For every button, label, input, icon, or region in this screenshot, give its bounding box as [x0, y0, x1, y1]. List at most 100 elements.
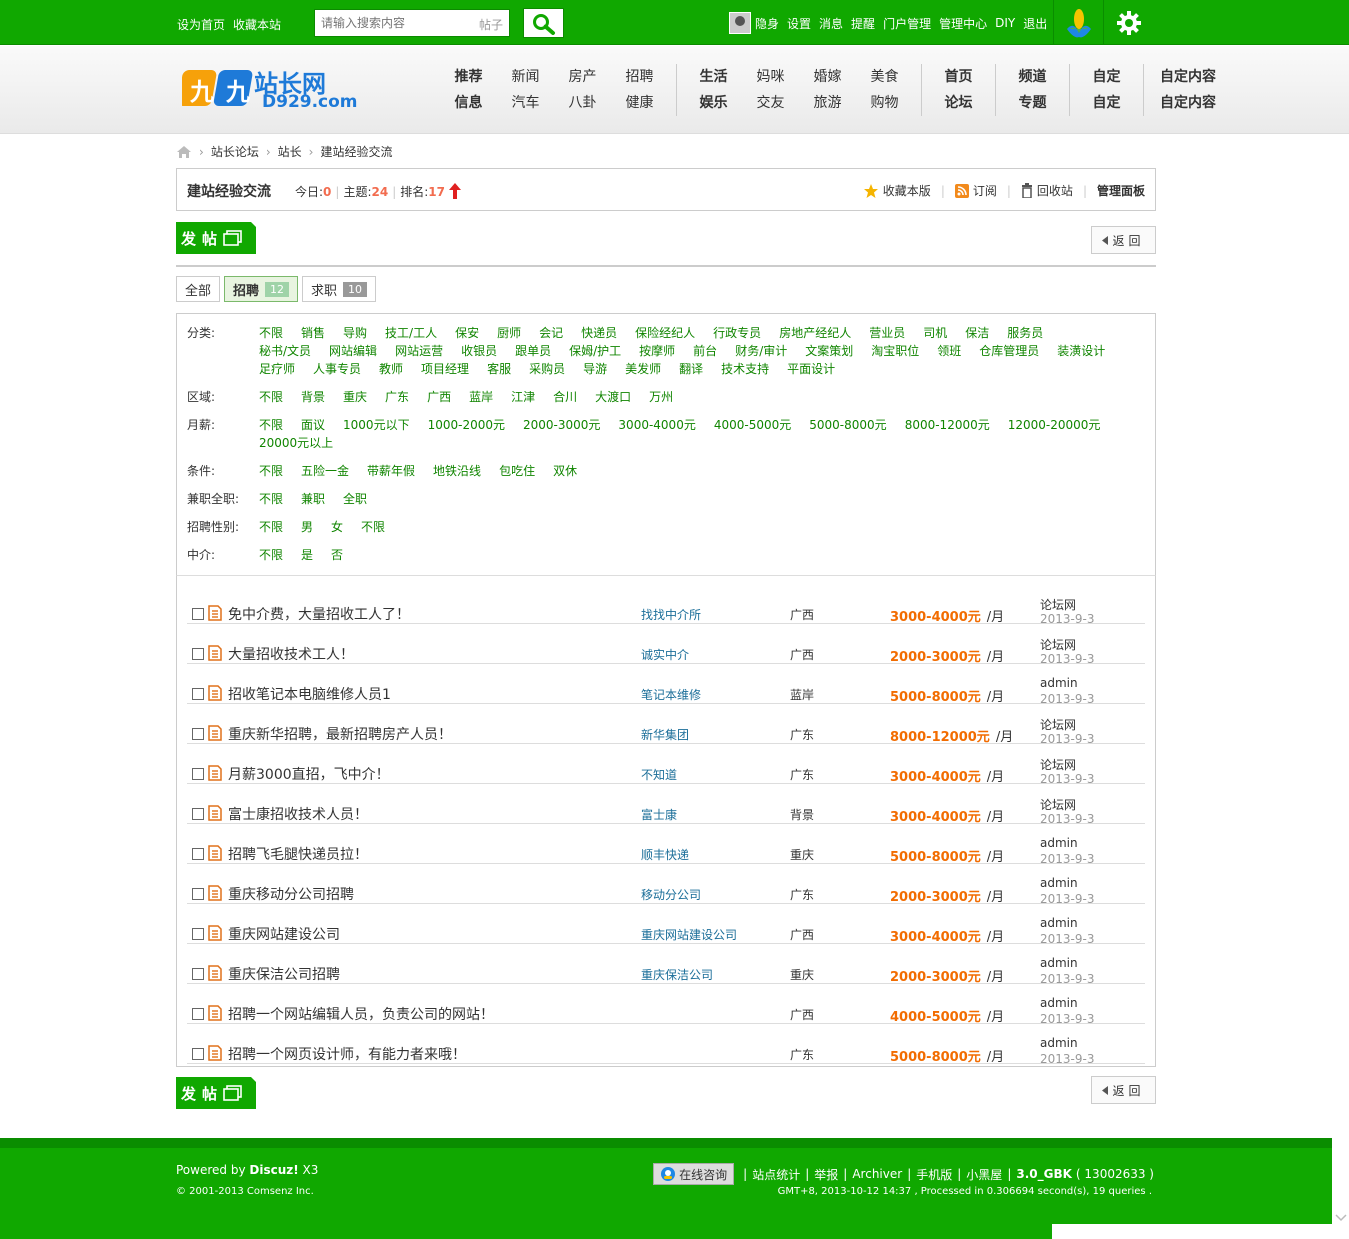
thread-checkbox[interactable] — [192, 808, 204, 820]
filter-option[interactable]: 五险一金 — [301, 462, 349, 480]
footer-link-blacklist[interactable]: 小黑屋 — [966, 1166, 1002, 1183]
thread-company[interactable]: 新华集团 — [641, 726, 689, 743]
filter-option[interactable]: 保洁 — [965, 324, 989, 342]
filter-option[interactable]: 技工/工人 — [385, 324, 437, 342]
nav-item[interactable]: 信息 — [440, 90, 497, 116]
thread-checkbox[interactable] — [192, 728, 204, 740]
thread-company[interactable]: 不知道 — [641, 766, 677, 783]
nav-item[interactable]: 自定内容 — [1152, 90, 1224, 116]
search-scope-select[interactable]: 帖子 — [479, 16, 503, 33]
thread-checkbox[interactable] — [192, 608, 204, 620]
filter-option[interactable]: 收银员 — [461, 342, 497, 360]
filter-option[interactable]: 厨师 — [497, 324, 521, 342]
user-link-messages[interactable]: 消息 — [819, 15, 843, 32]
nav-item[interactable]: 频道 — [1004, 64, 1061, 90]
back-button-bottom[interactable]: 返回 — [1091, 1076, 1156, 1104]
filter-option[interactable]: 江津 — [511, 388, 535, 406]
thread-checkbox[interactable] — [192, 1048, 204, 1060]
nav-item[interactable]: 新闻 — [497, 64, 554, 90]
filter-option[interactable]: 大渡口 — [595, 388, 631, 406]
thread-company[interactable]: 诚实中介 — [641, 646, 689, 663]
home-icon[interactable] — [176, 145, 192, 159]
thread-title[interactable]: 招聘飞毛腿快递员拉！ — [228, 844, 368, 864]
footer-link-stats[interactable]: 站点统计 — [752, 1166, 800, 1183]
filter-option[interactable]: 保姆/护工 — [569, 342, 621, 360]
filter-option[interactable]: 行政专员 — [713, 324, 761, 342]
thread-author[interactable]: admin — [1040, 1036, 1078, 1050]
breadcrumb-item-forum[interactable]: 站长论坛 — [211, 143, 259, 160]
tab-all[interactable]: 全部 — [176, 276, 221, 302]
thread-author[interactable]: 论坛网 — [1040, 796, 1076, 813]
filter-option[interactable]: 不限 — [259, 462, 283, 480]
filter-option[interactable]: 财务/审计 — [735, 342, 787, 360]
filter-option[interactable]: 面议 — [301, 416, 325, 434]
filter-option[interactable]: 导游 — [583, 360, 607, 378]
thread-company[interactable]: 找找中介所 — [641, 606, 701, 623]
filter-option[interactable]: 快递员 — [581, 324, 617, 342]
back-button[interactable]: 返回 — [1091, 226, 1156, 254]
thread-author[interactable]: 论坛网 — [1040, 716, 1076, 733]
filter-option[interactable]: 美发师 — [625, 360, 661, 378]
filter-option[interactable]: 20000元以上 — [259, 434, 333, 452]
filter-option[interactable]: 8000-12000元 — [905, 416, 990, 434]
search-button[interactable] — [523, 8, 564, 38]
filter-option[interactable]: 保险经纪人 — [635, 324, 695, 342]
filter-option[interactable]: 会记 — [539, 324, 563, 342]
nav-item[interactable]: 自定 — [1078, 64, 1135, 90]
thread-title[interactable]: 重庆移动分公司招聘 — [228, 884, 354, 904]
thread-company[interactable]: 移动分公司 — [641, 886, 701, 903]
filter-option[interactable]: 客服 — [487, 360, 511, 378]
nav-item[interactable]: 首页 — [930, 64, 987, 90]
thread-title[interactable]: 月薪3000直招，飞中介！ — [228, 764, 390, 784]
filter-option[interactable]: 全职 — [343, 490, 367, 508]
filter-option[interactable]: 12000-20000元 — [1008, 416, 1101, 434]
filter-option[interactable]: 采购员 — [529, 360, 565, 378]
recycle-bin-button[interactable]: 回收站 — [1021, 182, 1073, 199]
thread-title[interactable]: 免中介费，大量招收工人了！ — [228, 604, 410, 624]
filter-option[interactable]: 不限 — [259, 416, 283, 434]
footer-version[interactable]: 3.0_GBK — [1016, 1167, 1072, 1181]
filter-option[interactable]: 跟单员 — [515, 342, 551, 360]
filter-option[interactable]: 不限 — [259, 490, 283, 508]
footer-link-archiver[interactable]: Archiver — [852, 1167, 902, 1181]
filter-option[interactable]: 带薪年假 — [367, 462, 415, 480]
online-consult-button[interactable]: 在线咨询 — [653, 1163, 735, 1185]
filter-option[interactable]: 背景 — [301, 388, 325, 406]
filter-option[interactable]: 4000-5000元 — [714, 416, 791, 434]
thread-title[interactable]: 招聘一个网页设计师，有能力者来哦！ — [228, 1044, 466, 1064]
filter-option[interactable]: 1000-2000元 — [428, 416, 505, 434]
thread-company[interactable]: 富士康 — [641, 806, 677, 823]
filter-option[interactable]: 营业员 — [869, 324, 905, 342]
user-link-diy[interactable]: DIY — [995, 16, 1015, 30]
nav-item[interactable]: 汽车 — [497, 90, 554, 116]
nav-item[interactable]: 专题 — [1004, 90, 1061, 116]
filter-option[interactable]: 司机 — [923, 324, 947, 342]
new-post-button[interactable]: 发帖 — [176, 222, 257, 254]
thread-author[interactable]: 论坛网 — [1040, 596, 1076, 613]
nav-item[interactable]: 美食 — [856, 64, 913, 90]
favorite-forum-button[interactable]: 收藏本版 — [863, 182, 931, 199]
filter-option[interactable]: 导购 — [343, 324, 367, 342]
thread-title[interactable]: 重庆网站建设公司 — [228, 924, 340, 944]
filter-option[interactable]: 双休 — [553, 462, 577, 480]
filter-option[interactable]: 1000元以下 — [343, 416, 410, 434]
set-home-link[interactable]: 设为首页 — [177, 18, 225, 32]
admin-panel-button[interactable]: 管理面板 — [1097, 182, 1145, 199]
filter-option[interactable]: 项目经理 — [421, 360, 469, 378]
nav-item[interactable]: 生活 — [685, 64, 742, 90]
new-post-button-bottom[interactable]: 发帖 — [176, 1077, 257, 1109]
filter-option[interactable]: 平面设计 — [787, 360, 835, 378]
tab-jobseek[interactable]: 求职 10 — [302, 276, 377, 302]
thread-company[interactable]: 顺丰快递 — [641, 846, 689, 863]
chevron-down-icon[interactable] — [1335, 1214, 1347, 1222]
thread-checkbox[interactable] — [192, 768, 204, 780]
filter-option[interactable]: 保安 — [455, 324, 479, 342]
footer-link-report[interactable]: 举报 — [814, 1166, 838, 1183]
filter-option[interactable]: 足疗师 — [259, 360, 295, 378]
filter-option[interactable]: 网站运营 — [395, 342, 443, 360]
footer-link-mobile[interactable]: 手机版 — [916, 1166, 952, 1183]
thread-author[interactable]: 论坛网 — [1040, 756, 1076, 773]
user-link-portal-admin[interactable]: 门户管理 — [883, 15, 931, 32]
settings-button[interactable] — [1103, 0, 1153, 45]
search-input[interactable] — [315, 10, 465, 36]
